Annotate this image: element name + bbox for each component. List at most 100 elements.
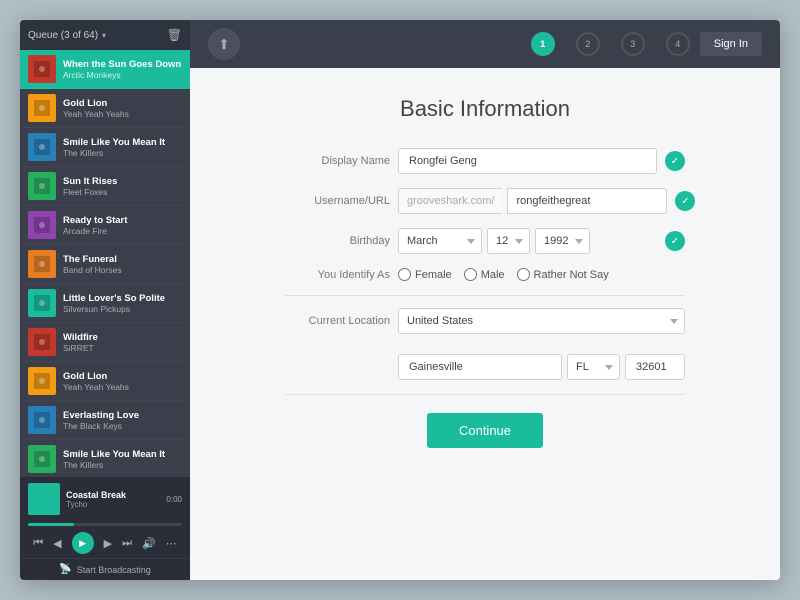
sidebar-item[interactable]: Wildfire SiRRET [20, 323, 190, 362]
queue-trash-icon[interactable]: 🗑 [167, 28, 182, 42]
state-select[interactable]: ALAKAZARCACOCTDEFLGAHIIDILINIAKSKYLAMEMD… [567, 354, 620, 380]
radio-female[interactable]: Female [398, 268, 452, 281]
broadcast-label: Start Broadcasting [77, 565, 151, 575]
main-content: ⬆ 1···2···3···4 Sign In Basic Informatio… [190, 20, 780, 580]
birthday-month-select[interactable]: JanuaryFebruaryMarchAprilMayJuneJulyAugu… [398, 228, 482, 254]
more-button[interactable]: ⋯ [166, 537, 177, 550]
song-artist: Fleet Foxes [63, 187, 182, 197]
location-label: Current Location [285, 315, 390, 327]
song-artist: The Black Keys [63, 421, 182, 431]
sidebar-item[interactable]: Smile Like You Mean It The Killers [20, 440, 190, 477]
step-dot-3[interactable]: 3 [621, 32, 645, 56]
form-body: Display Name ✓ Username/URL grooveshark.… [285, 148, 685, 448]
signin-button[interactable]: Sign In [700, 32, 762, 56]
app-window: Queue (3 of 64) ▾ 🗑 When the Sun Goes Do… [20, 20, 780, 580]
song-thumb [28, 367, 56, 395]
country-select[interactable]: United StatesCanadaUnited KingdomAustral… [398, 308, 685, 334]
song-thumb [28, 406, 56, 434]
song-thumb [28, 445, 56, 473]
progress-bar-bg [28, 523, 182, 526]
sidebar-item[interactable]: When the Sun Goes Down Arctic Monkeys [20, 50, 190, 89]
birthday-check: ✓ [665, 231, 685, 251]
sidebar-item[interactable]: Gold Lion Yeah Yeah Yeahs [20, 89, 190, 128]
song-title: Gold Lion [63, 98, 182, 109]
song-title: Sun It Rises [63, 176, 182, 187]
song-info: Smile Like You Mean It The Killers [63, 137, 182, 158]
sidebar-list: When the Sun Goes Down Arctic Monkeys Go… [20, 50, 190, 477]
song-thumb [28, 133, 56, 161]
song-title: Smile Like You Mean It [63, 449, 182, 460]
song-artist: Silversun Pickups [63, 304, 182, 314]
sidebar-item[interactable]: Everlasting Love The Black Keys [20, 401, 190, 440]
song-title: Gold Lion [63, 371, 182, 382]
player-progress[interactable] [20, 521, 190, 528]
song-thumb [28, 55, 56, 83]
sidebar-item[interactable]: Sun It Rises Fleet Foxes [20, 167, 190, 206]
song-info: The Funeral Band of Horses [63, 254, 182, 275]
song-title: The Funeral [63, 254, 182, 265]
birthday-year-select[interactable]: 199019911992199319941995 [535, 228, 590, 254]
song-artist: SiRRET [63, 343, 182, 353]
zip-input[interactable] [625, 354, 685, 380]
birthday-day-select[interactable]: 1234567891011121314151617181920212223242… [487, 228, 530, 254]
display-name-label: Display Name [285, 155, 390, 167]
forward-button[interactable]: ▶ [104, 537, 112, 550]
sidebar: Queue (3 of 64) ▾ 🗑 When the Sun Goes Do… [20, 20, 190, 580]
broadcast-icon: 📡 [59, 564, 71, 575]
url-prefix: grooveshark.com/ [398, 188, 502, 214]
song-title: Ready to Start [63, 215, 182, 226]
queue-label: Queue (3 of 64) [28, 30, 98, 41]
song-artist: The Killers [63, 460, 182, 470]
next-button[interactable]: ⏭ [122, 537, 132, 550]
step-separator: ··· [559, 39, 572, 50]
display-name-row: Display Name ✓ [285, 148, 685, 174]
song-artist: Arctic Monkeys [63, 70, 182, 80]
radio-rather-not-input[interactable] [517, 268, 530, 281]
form-divider-2 [285, 394, 685, 395]
radio-male-input[interactable] [464, 268, 477, 281]
sidebar-item[interactable]: Little Lover's So Polite Silversun Picku… [20, 284, 190, 323]
form-area: Basic Information Display Name ✓ Usernam… [190, 68, 780, 580]
step-dot-2[interactable]: 2 [576, 32, 600, 56]
now-playing-artist: Tycho [66, 500, 160, 509]
radio-female-input[interactable] [398, 268, 411, 281]
top-bar-right: 1···2···3···4 Sign In [531, 32, 762, 56]
song-artist: Yeah Yeah Yeahs [63, 109, 182, 119]
continue-button[interactable]: Continue [427, 413, 543, 448]
display-name-input[interactable] [398, 148, 657, 174]
display-name-check: ✓ [665, 151, 685, 171]
step-separator: ··· [604, 39, 617, 50]
volume-button[interactable]: 🔊 [142, 537, 156, 550]
radio-rather-not[interactable]: Rather Not Say [517, 268, 609, 281]
username-input[interactable] [507, 188, 667, 214]
song-title: Little Lover's So Polite [63, 293, 182, 304]
sidebar-item[interactable]: Ready to Start Arcade Fire [20, 206, 190, 245]
prev-button[interactable]: ⏮ [33, 537, 43, 550]
song-artist: Arcade Fire [63, 226, 182, 236]
location-country-row: Current Location United StatesCanadaUnit… [285, 308, 685, 334]
city-input[interactable] [398, 354, 562, 380]
back-button[interactable]: ◀ [53, 537, 61, 550]
queue-dropdown-icon[interactable]: ▾ [102, 31, 106, 40]
play-button[interactable]: ▶ [72, 532, 94, 554]
song-info: Little Lover's So Polite Silversun Picku… [63, 293, 182, 314]
song-thumb [28, 172, 56, 200]
birthday-row: Birthday JanuaryFebruaryMarchAprilMayJun… [285, 228, 685, 254]
radio-male[interactable]: Male [464, 268, 505, 281]
step-dot-4[interactable]: 4 [666, 32, 690, 56]
sidebar-item[interactable]: Smile Like You Mean It The Killers [20, 128, 190, 167]
sidebar-item[interactable]: The Funeral Band of Horses [20, 245, 190, 284]
broadcast-bar[interactable]: 📡 Start Broadcasting [20, 558, 190, 580]
song-thumb [28, 250, 56, 278]
song-info: Gold Lion Yeah Yeah Yeahs [63, 371, 182, 392]
queue-label-wrap: Queue (3 of 64) ▾ [28, 30, 106, 41]
sidebar-item[interactable]: Gold Lion Yeah Yeah Yeahs [20, 362, 190, 401]
form-title: Basic Information [400, 96, 570, 122]
song-info: Wildfire SiRRET [63, 332, 182, 353]
song-title: Smile Like You Mean It [63, 137, 182, 148]
username-row: Username/URL grooveshark.com/ ✓ [285, 188, 685, 214]
song-artist: Yeah Yeah Yeahs [63, 382, 182, 392]
step-dot-1[interactable]: 1 [531, 32, 555, 56]
song-info: Sun It Rises Fleet Foxes [63, 176, 182, 197]
song-title: Wildfire [63, 332, 182, 343]
